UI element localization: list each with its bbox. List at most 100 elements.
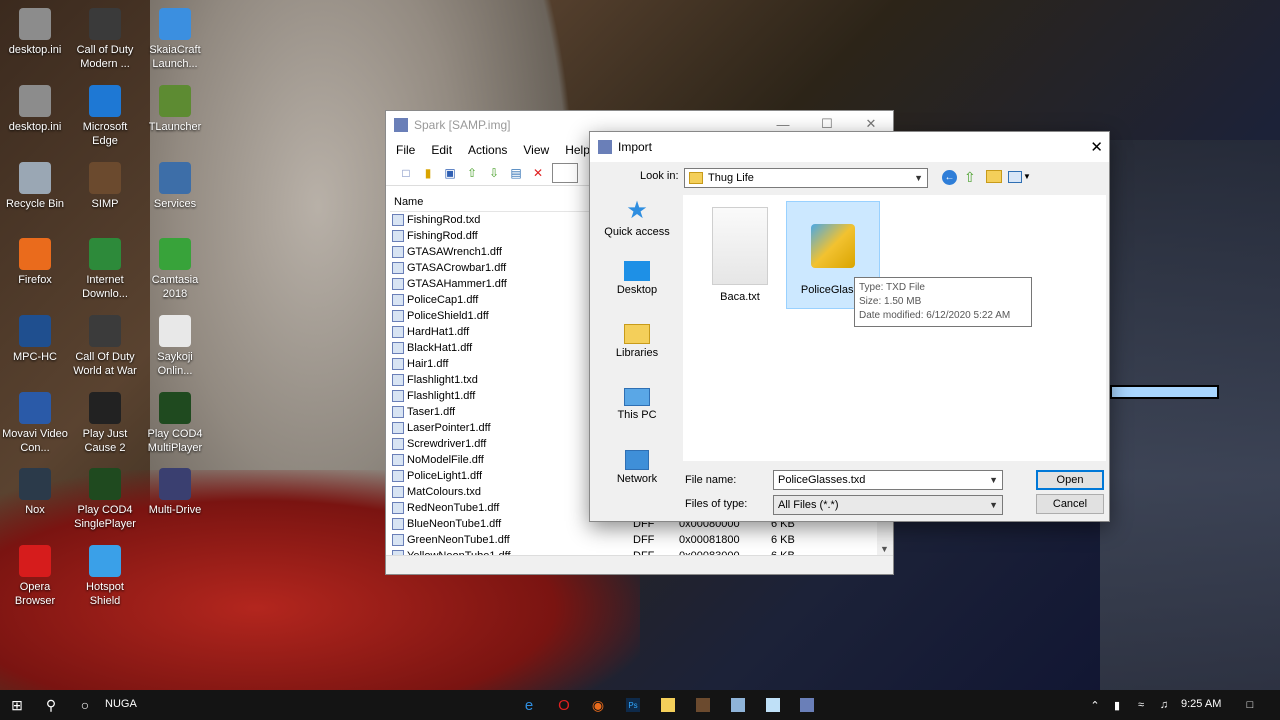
open-folder-icon[interactable]: ▮ xyxy=(420,165,436,181)
place-network[interactable]: Network xyxy=(594,450,680,506)
edge-taskbar-icon[interactable]: e xyxy=(522,697,536,714)
desktop-icon-item[interactable]: Services xyxy=(140,162,210,211)
notification-icon[interactable]: □ xyxy=(1243,698,1257,712)
desktop-icon-item[interactable]: Nox xyxy=(0,468,70,517)
desktop-icon-item[interactable]: Microsoft Edge xyxy=(70,85,140,148)
file-item-baca[interactable]: Baca.txt xyxy=(693,203,787,311)
desktop-icon-label: Nox xyxy=(25,504,45,516)
delete-icon[interactable]: ✕ xyxy=(530,165,546,181)
file-name-input[interactable]: PoliceGlasses.txd ▼ xyxy=(773,470,1003,490)
table-row[interactable]: GreenNeonTube1.dff DFF 0x00081800 6 KB xyxy=(390,532,889,548)
clock[interactable]: 9:25 AM xyxy=(1181,698,1221,710)
file-type-select[interactable]: All Files (*.*) ▼ xyxy=(773,495,1003,515)
cortana-text[interactable]: NUGA xyxy=(105,698,137,710)
battery-icon[interactable]: ▮ xyxy=(1110,698,1124,712)
computer-icon xyxy=(624,388,650,406)
spark-app-icon xyxy=(394,118,408,132)
volume-icon[interactable]: ♫ xyxy=(1157,698,1171,712)
place-quick-access[interactable]: ★ Quick access xyxy=(594,199,680,255)
recycle-bin-icon xyxy=(19,162,51,194)
tooltip-size: Size: 1.50 MB xyxy=(859,296,922,307)
dialog-close-icon[interactable]: ✕ xyxy=(1090,138,1103,156)
import-icon[interactable]: ⇧ xyxy=(464,165,480,181)
export-icon[interactable]: ⇩ xyxy=(486,165,502,181)
place-desktop[interactable]: Desktop xyxy=(594,261,680,317)
desktop-icon-item[interactable]: Hotspot Shield xyxy=(70,545,140,608)
wifi-icon[interactable]: ≈ xyxy=(1134,698,1148,712)
desktop-icon-label: Play Just Cause 2 xyxy=(82,428,128,454)
menu-file[interactable]: File xyxy=(396,143,415,157)
photoshop-taskbar-icon[interactable]: Ps xyxy=(626,698,640,712)
desktop-icon-item[interactable]: Movavi Video Con... xyxy=(0,392,70,455)
look-in-select[interactable]: Thug Life ▼ xyxy=(684,168,928,188)
desktop-icon-item[interactable]: Opera Browser xyxy=(0,545,70,608)
menu-actions[interactable]: Actions xyxy=(468,143,507,157)
desktop-icon-item[interactable]: Firefox xyxy=(0,238,70,287)
desktop-icon-item[interactable]: SkaiaCraft Launch... xyxy=(140,8,210,71)
horizontal-scrollbar[interactable] xyxy=(386,555,893,574)
opera-taskbar-icon[interactable]: O xyxy=(557,697,571,714)
game-taskbar-icon[interactable] xyxy=(696,698,710,712)
chevron-down-icon[interactable]: ▼ xyxy=(989,475,998,485)
desktop-icon-item[interactable]: SIMP xyxy=(70,162,140,211)
view-chevron-icon[interactable]: ▼ xyxy=(1023,172,1031,181)
new-folder-icon[interactable] xyxy=(986,170,1002,183)
desktop-icon-item[interactable]: desktop.ini xyxy=(0,85,70,134)
menu-view[interactable]: View xyxy=(523,143,549,157)
search-icon[interactable]: ⚲ xyxy=(44,697,58,713)
file-name-label: File name: xyxy=(685,474,737,486)
file-icon xyxy=(392,310,404,322)
firefox-taskbar-icon[interactable]: ◉ xyxy=(591,697,605,713)
rebuild-icon[interactable]: ▤ xyxy=(508,165,524,181)
tlauncher-icon xyxy=(159,85,191,117)
desktop-icon-item[interactable]: Internet Downlo... xyxy=(70,238,140,301)
desktop-icon-item[interactable]: Multi-Drive xyxy=(140,468,210,517)
open-button[interactable]: Open xyxy=(1036,470,1104,490)
back-icon[interactable]: ← xyxy=(942,170,957,185)
save-icon[interactable]: ▣ xyxy=(442,165,458,181)
view-menu-icon[interactable] xyxy=(1008,171,1022,183)
desktop-icon-item[interactable]: Play Just Cause 2 xyxy=(70,392,140,455)
cortana-icon[interactable]: ○ xyxy=(78,697,92,713)
file-type-value: All Files (*.*) xyxy=(778,499,839,511)
new-file-icon[interactable]: □ xyxy=(398,165,414,181)
menu-edit[interactable]: Edit xyxy=(431,143,452,157)
desktop-icon-item[interactable]: Play COD4 SinglePlayer xyxy=(70,468,140,531)
desktop-icon-item[interactable]: Call of Duty Modern ... xyxy=(70,8,140,71)
desktop-icon-label: Firefox xyxy=(18,274,52,286)
multi-drive-icon xyxy=(159,468,191,500)
toolbar-search-box[interactable] xyxy=(552,163,578,183)
chevron-up-icon[interactable]: ⌃ xyxy=(1088,698,1102,712)
desktop-icon-item[interactable]: desktop.ini xyxy=(0,8,70,57)
file-explorer-taskbar-icon[interactable] xyxy=(661,698,675,712)
menu-help[interactable]: Help xyxy=(565,143,590,157)
desktop-icon-item[interactable]: Recycle Bin xyxy=(0,162,70,211)
place-libraries[interactable]: Libraries xyxy=(594,324,680,380)
desktop-icon-label: Opera Browser xyxy=(14,581,56,607)
scroll-down-icon[interactable]: ▼ xyxy=(880,544,889,554)
desktop-icon-label: SIMP xyxy=(91,198,119,210)
spark-taskbar-icon[interactable] xyxy=(800,698,814,712)
windows-start-icon[interactable]: ⊞ xyxy=(10,697,24,713)
notepad-taskbar-icon[interactable] xyxy=(766,698,780,712)
place-label: Network xyxy=(616,473,658,485)
desktop-icon-item[interactable]: MPC-HC xyxy=(0,315,70,364)
file-icon xyxy=(392,518,404,530)
up-folder-icon[interactable]: ⇧ xyxy=(964,169,976,186)
file-icon xyxy=(392,358,404,370)
desktop-icon-label: Play COD4 SinglePlayer xyxy=(74,504,136,530)
desktop-icon-item[interactable]: Camtasia 2018 xyxy=(140,238,210,301)
desktop-icon-item[interactable]: TLauncher xyxy=(140,85,210,134)
cancel-button[interactable]: Cancel xyxy=(1036,494,1104,514)
import-titlebar[interactable]: Import xyxy=(590,132,1109,162)
place-this-pc[interactable]: This PC xyxy=(594,388,680,444)
file-area[interactable]: Baca.txt PoliceGlasse xyxy=(683,195,1106,461)
desktop-icon-item[interactable]: Play COD4 MultiPlayer xyxy=(140,392,210,455)
app-taskbar-icon[interactable] xyxy=(731,698,745,712)
hotspot-shield-icon xyxy=(89,545,121,577)
file-icon xyxy=(392,374,404,386)
desktop-icon-item[interactable]: Call Of Duty World at War xyxy=(70,315,140,378)
import-dialog: Import ✕ Look in: Thug Life ▼ ← ⇧ ▼ ★ Qu… xyxy=(589,131,1110,522)
place-label: Desktop xyxy=(616,284,658,296)
desktop-icon-item[interactable]: Saykoji Onlin... xyxy=(140,315,210,378)
